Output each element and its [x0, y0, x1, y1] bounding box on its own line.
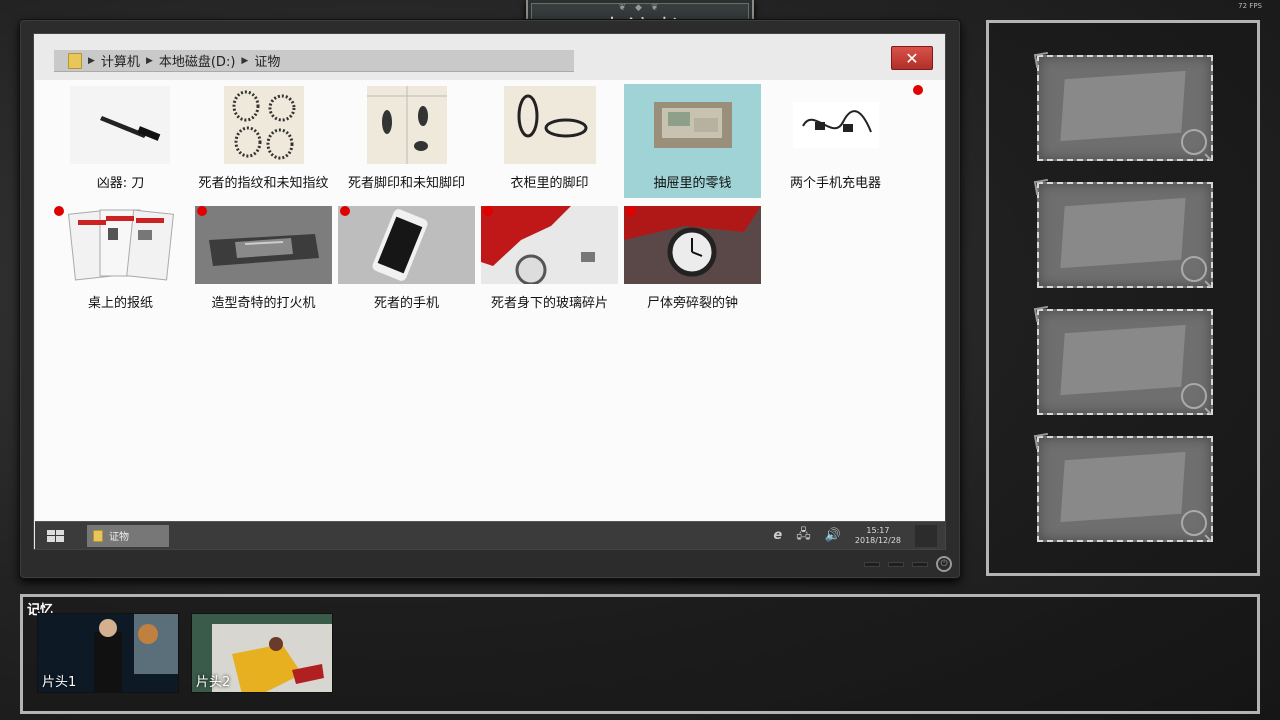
item-label: 造型奇特的打火机 [211, 296, 316, 311]
memory-item-2[interactable]: 片头2 [191, 613, 333, 693]
item-label: 两个手机充电器 [789, 176, 881, 191]
magnifier-icon [1181, 383, 1207, 409]
wardrobe-footprint-thumbnail [481, 86, 618, 164]
breadcrumb-computer[interactable]: 计算机 [101, 51, 140, 70]
taskbar-item-evidence[interactable]: 证物 [87, 524, 169, 547]
new-badge [197, 206, 207, 216]
item-label: 凶器: 刀 [96, 176, 145, 191]
phone-thumbnail [338, 206, 475, 284]
item-label: 死者的指纹和未知指纹 [198, 176, 329, 191]
evidence-slots-panel [986, 20, 1260, 576]
item-label: 抽屉里的零钱 [653, 176, 732, 191]
evidence-item-wardrobe-footprint[interactable]: 衣柜里的脚印 [481, 84, 618, 198]
new-badge [913, 85, 923, 95]
new-badge [54, 206, 64, 216]
volume-icon[interactable]: 🔊 [825, 528, 841, 543]
clip-icon [1033, 432, 1051, 450]
monitor-indicator [912, 561, 928, 567]
monitor-controls: ⏻ [864, 556, 952, 572]
chevron-right-icon: ▶ [241, 55, 249, 66]
magnifier-icon [1181, 510, 1207, 536]
knife-thumbnail [52, 86, 189, 164]
power-icon[interactable]: ⏻ [936, 556, 952, 572]
chevron-right-icon: ▶ [145, 55, 153, 66]
broken-clock-thumbnail [624, 206, 761, 284]
lighter-thumbnail [195, 206, 332, 284]
new-badge [340, 206, 350, 216]
explorer-window: ▶ 计算机 ▶ 本地磁盘(D:) ▶ 证物 ✕ 凶器: 刀 死者的指纹和未知指纹… [33, 33, 946, 550]
memory-item-1[interactable]: 片头1 [37, 613, 179, 693]
item-label: 衣柜里的脚印 [510, 176, 589, 191]
monitor-frame: ▶ 计算机 ▶ 本地磁盘(D:) ▶ 证物 ✕ 凶器: 刀 死者的指纹和未知指纹… [20, 20, 960, 578]
system-tray: e 🖧 🔊 15:17 2018/12/28 [773, 524, 945, 547]
memory-item-label: 片头2 [196, 675, 231, 690]
network-icon[interactable]: 🖧 [796, 525, 811, 547]
newspaper-thumbnail [52, 206, 189, 284]
show-desktop-button[interactable] [915, 524, 937, 547]
evidence-item-glass-shards[interactable]: 死者身下的玻璃碎片 [481, 204, 618, 318]
folder-icon [93, 529, 103, 542]
evidence-slot-2[interactable] [1033, 178, 1213, 288]
evidence-item-fingerprints[interactable]: 死者的指纹和未知指纹 [195, 84, 332, 198]
close-button[interactable]: ✕ [891, 46, 933, 70]
address-bar[interactable]: ▶ 计算机 ▶ 本地磁盘(D:) ▶ 证物 [54, 50, 574, 72]
glass-shards-thumbnail [481, 206, 618, 284]
memory-panel: 记忆 片头1 片头2 [20, 594, 1260, 714]
evidence-item-knife[interactable]: 凶器: 刀 [52, 84, 189, 198]
clock-time: 15:17 [866, 525, 890, 535]
item-label: 死者身下的玻璃碎片 [490, 296, 608, 311]
new-badge [483, 206, 493, 216]
clock-date: 2018/12/28 [854, 535, 901, 545]
drawer-money-thumbnail [624, 86, 761, 164]
monitor-indicator [864, 561, 880, 567]
magnifier-icon [1181, 256, 1207, 282]
fingerprints-thumbnail [195, 86, 332, 164]
footprints-thumbnail [338, 86, 475, 164]
ornament-icon: ❦ ◆ ❦ [618, 3, 662, 13]
file-list: 凶器: 刀 死者的指纹和未知指纹 死者脚印和未知脚印 衣柜里的脚印 抽屉里的零钱… [35, 80, 945, 521]
folder-icon [68, 52, 82, 69]
evidence-slot-3[interactable] [1033, 305, 1213, 415]
evidence-item-phone[interactable]: 死者的手机 [338, 204, 475, 318]
taskbar: 证物 e 🖧 🔊 15:17 2018/12/28 [35, 521, 945, 549]
item-label: 死者的手机 [373, 296, 439, 311]
fps-counter: 72 FPS [1238, 2, 1262, 10]
evidence-item-lighter[interactable]: 造型奇特的打火机 [195, 204, 332, 318]
windows-start-icon[interactable] [41, 526, 69, 546]
evidence-item-broken-clock[interactable]: 尸体旁碎裂的钟 [624, 204, 761, 318]
clip-icon [1033, 178, 1051, 196]
evidence-slot-1[interactable] [1033, 51, 1213, 161]
breadcrumb-evidence[interactable]: 证物 [254, 51, 280, 70]
breadcrumb-drive-d[interactable]: 本地磁盘(D:) [159, 51, 236, 70]
evidence-item-newspaper[interactable]: 桌上的报纸 [52, 204, 189, 318]
taskbar-item-label: 证物 [109, 532, 129, 543]
chargers-thumbnail [767, 86, 904, 164]
system-clock[interactable]: 15:17 2018/12/28 [855, 526, 901, 546]
chevron-right-icon: ▶ [88, 55, 95, 66]
ie-browser-icon[interactable]: e [773, 528, 782, 543]
magnifier-icon [1181, 129, 1207, 155]
monitor-indicator [888, 561, 904, 567]
evidence-item-chargers[interactable]: 两个手机充电器 [767, 84, 923, 198]
clip-icon [1033, 51, 1051, 69]
evidence-slot-4[interactable] [1033, 432, 1213, 542]
clip-icon [1033, 305, 1051, 323]
item-label: 尸体旁碎裂的钟 [646, 296, 738, 311]
item-label: 死者脚印和未知脚印 [347, 176, 465, 191]
evidence-item-footprints[interactable]: 死者脚印和未知脚印 [338, 84, 475, 198]
new-badge [626, 206, 636, 216]
item-label: 桌上的报纸 [87, 296, 153, 311]
evidence-item-drawer-money[interactable]: 抽屉里的零钱 [624, 84, 761, 198]
memory-item-label: 片头1 [42, 675, 77, 690]
